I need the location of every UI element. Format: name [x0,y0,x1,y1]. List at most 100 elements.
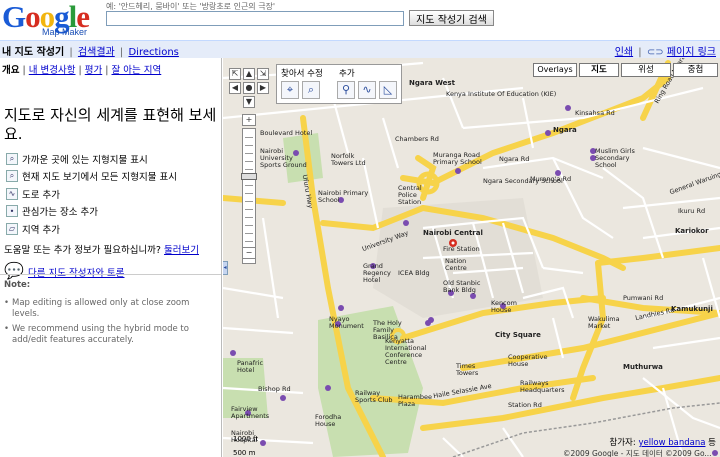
zoom-out-button[interactable]: − [242,247,256,259]
contributors-line: 참가자: yellow bandana 등 [609,436,716,448]
map-label: Nairobi Central [423,229,483,237]
nav-search-results[interactable]: 검색결과 [78,47,115,58]
zoom-slider-track[interactable] [241,128,257,264]
action-add-place[interactable]: • 관심가는 장소 추가 [6,203,221,221]
pan-up-icon[interactable]: ▲ [243,68,255,80]
add-area-icon[interactable]: ◺ [379,81,397,99]
select-area-icon[interactable]: ⌖ [281,81,299,99]
add-place-icon[interactable]: ⚲ [337,81,355,99]
pan-right-icon[interactable]: ▶ [257,82,269,94]
action-show-nearby[interactable]: ⌕ 가까운 곳에 있는 지형지물 표시 [6,150,221,168]
map-label: Chambers Rd [395,135,439,143]
map-canvas[interactable]: Ngara West Ngara Kenya Institute Of Educ… [223,58,720,457]
map-type-control: 지도 위성 중첩 [579,63,718,77]
find-edit-label: 찾아서 수정 [281,69,323,79]
map-label: Muthurwa [623,363,663,371]
map-label: Bishop Rd [258,385,291,393]
collapse-panel-icon[interactable]: ◂ [223,261,228,275]
map-label: Cooperative House [508,353,548,368]
overlays-button[interactable]: Overlays [533,63,577,77]
nav-bar: 내 지도 작성기 | 검색결과 | Directions 인쇄 | ⊂⊃ 페이지… [0,40,720,58]
map-maker-label: Map Maker [42,27,88,37]
map-label: Grand Regency Hotel [363,262,391,284]
help-line: 도움말 또는 추가 정보가 필요하십니까? 둘러보기 [4,242,217,256]
road-icon: ∿ [6,187,18,200]
action-add-area[interactable]: ▱ 지역 추가 [6,220,221,238]
action-label: 현재 지도 보기에서 모든 지형지물 표시 [22,172,177,184]
nav-directions[interactable]: Directions [128,47,178,58]
zoom-in-button[interactable]: + [242,114,256,126]
pan-center-icon[interactable]: ● [243,82,255,94]
left-panel: 개요 | 내 변경사항 | 평가 | 잘 아는 지역 지도로 자신의 세계를 표… [0,58,222,457]
map-label: Norfolk Towers Ltd [331,152,366,167]
map-label: Central Police Station [398,184,422,206]
map-label: Railways Headquarters [520,379,565,394]
map-label: Times Towers [456,362,479,377]
magnify-icon[interactable]: ⌕ [302,81,320,99]
left-tabs: 개요 | 내 변경사항 | 평가 | 잘 아는 지역 [2,65,162,76]
tab-overview[interactable]: 개요 [2,65,19,76]
map-label: Ngara West [409,79,455,87]
note-title: Note: [4,280,31,290]
scale-ft: 1000 ft [233,435,259,443]
map-label: Kamukunji [671,305,713,313]
copyright: ©2009 Google - 지도 데이터 ©2009 Go... [563,449,712,457]
tab-my-changes[interactable]: 내 변경사항 [29,65,76,76]
map-label: City Square [495,331,541,339]
area-icon: ▱ [6,222,18,235]
map-label: Station Rd [508,401,542,409]
pan-nw-icon[interactable]: ⇱ [229,68,241,80]
zoom-icon: ⌕ [6,152,18,165]
add-road-icon[interactable]: ∿ [358,81,376,99]
map-label: Nairobi University Sports Ground [260,147,307,169]
contributor-link[interactable]: yellow bandana [638,438,705,448]
map-label: Muranga Road Primary School [433,151,482,166]
map-label: Fairview Apartments [231,405,270,420]
map-label: Kencom House [491,299,517,314]
tab-review[interactable]: 평가 [85,65,102,76]
forum-link[interactable]: 다른 지도 작성자와 토론 [28,265,124,279]
map-label: Nation Centre [445,257,467,272]
map-label: Old Stanbic Bank Bldg [443,279,481,294]
map-label: Railway Sports Club [355,389,393,404]
pan-ne-icon[interactable]: ⇲ [257,68,269,80]
map-type-hybrid[interactable]: 중첩 [673,63,718,77]
help-text: 도움말 또는 추가 정보가 필요하십니까? [4,244,161,256]
search-button[interactable]: 지도 작성기 검색 [409,10,494,26]
map-label: Panafric Hotel [237,359,264,374]
view-icon: ⌕ [6,170,18,183]
note-item: We recommend using the hybrid mode to ad… [4,324,214,346]
nav-my-map-maker[interactable]: 내 지도 작성기 [2,47,64,58]
map-label: Harambee Plaza [398,393,432,408]
pan-down-icon[interactable]: ▼ [243,96,255,108]
tab-known-areas[interactable]: 잘 아는 지역 [112,65,162,76]
map-label: Kariokor [675,227,709,235]
action-list: ⌕ 가까운 곳에 있는 지형지물 표시 ⌕ 현재 지도 보기에서 모든 지형지물… [6,150,221,238]
forum-row: 💬 다른 지도 작성자와 토론 [4,260,217,280]
search-input[interactable] [106,11,404,26]
map-label: Wakulima Market [588,315,620,330]
discussion-icon: 💬 [4,260,24,280]
divider [0,274,221,275]
map-type-satellite[interactable]: 위성 [621,63,671,77]
map-label: Nyayo Monument [329,315,364,330]
google-logo[interactable]: Google Map Maker [2,1,100,38]
map-label: Ngara [553,126,577,134]
zoom-slider-handle[interactable] [241,173,257,180]
link-icon: ⊂⊃ [646,47,664,58]
scale-m: 500 m [233,449,256,457]
map-type-map[interactable]: 지도 [579,63,619,77]
map-label: Kenyatta International Conference Centre [385,337,427,366]
map-label: Kenya Institute Of Education (KIE) [446,90,557,98]
action-add-road[interactable]: ∿ 도로 추가 [6,185,221,203]
action-show-all[interactable]: ⌕ 현재 지도 보기에서 모든 지형지물 표시 [6,168,221,186]
map-label: Boulevard Hotel [260,129,313,137]
contributors-label: 참가자: [609,438,636,448]
pan-left-icon[interactable]: ◀ [229,82,241,94]
map-label: Forodha House [315,413,342,428]
map-label: ICEA Bldg [398,269,430,277]
print-link[interactable]: 인쇄 [615,47,633,58]
note-item: Map editing is allowed only at close zoo… [4,298,214,320]
tour-link[interactable]: 둘러보기 [164,245,199,256]
link-to-page[interactable]: 페이지 링크 [667,47,716,58]
